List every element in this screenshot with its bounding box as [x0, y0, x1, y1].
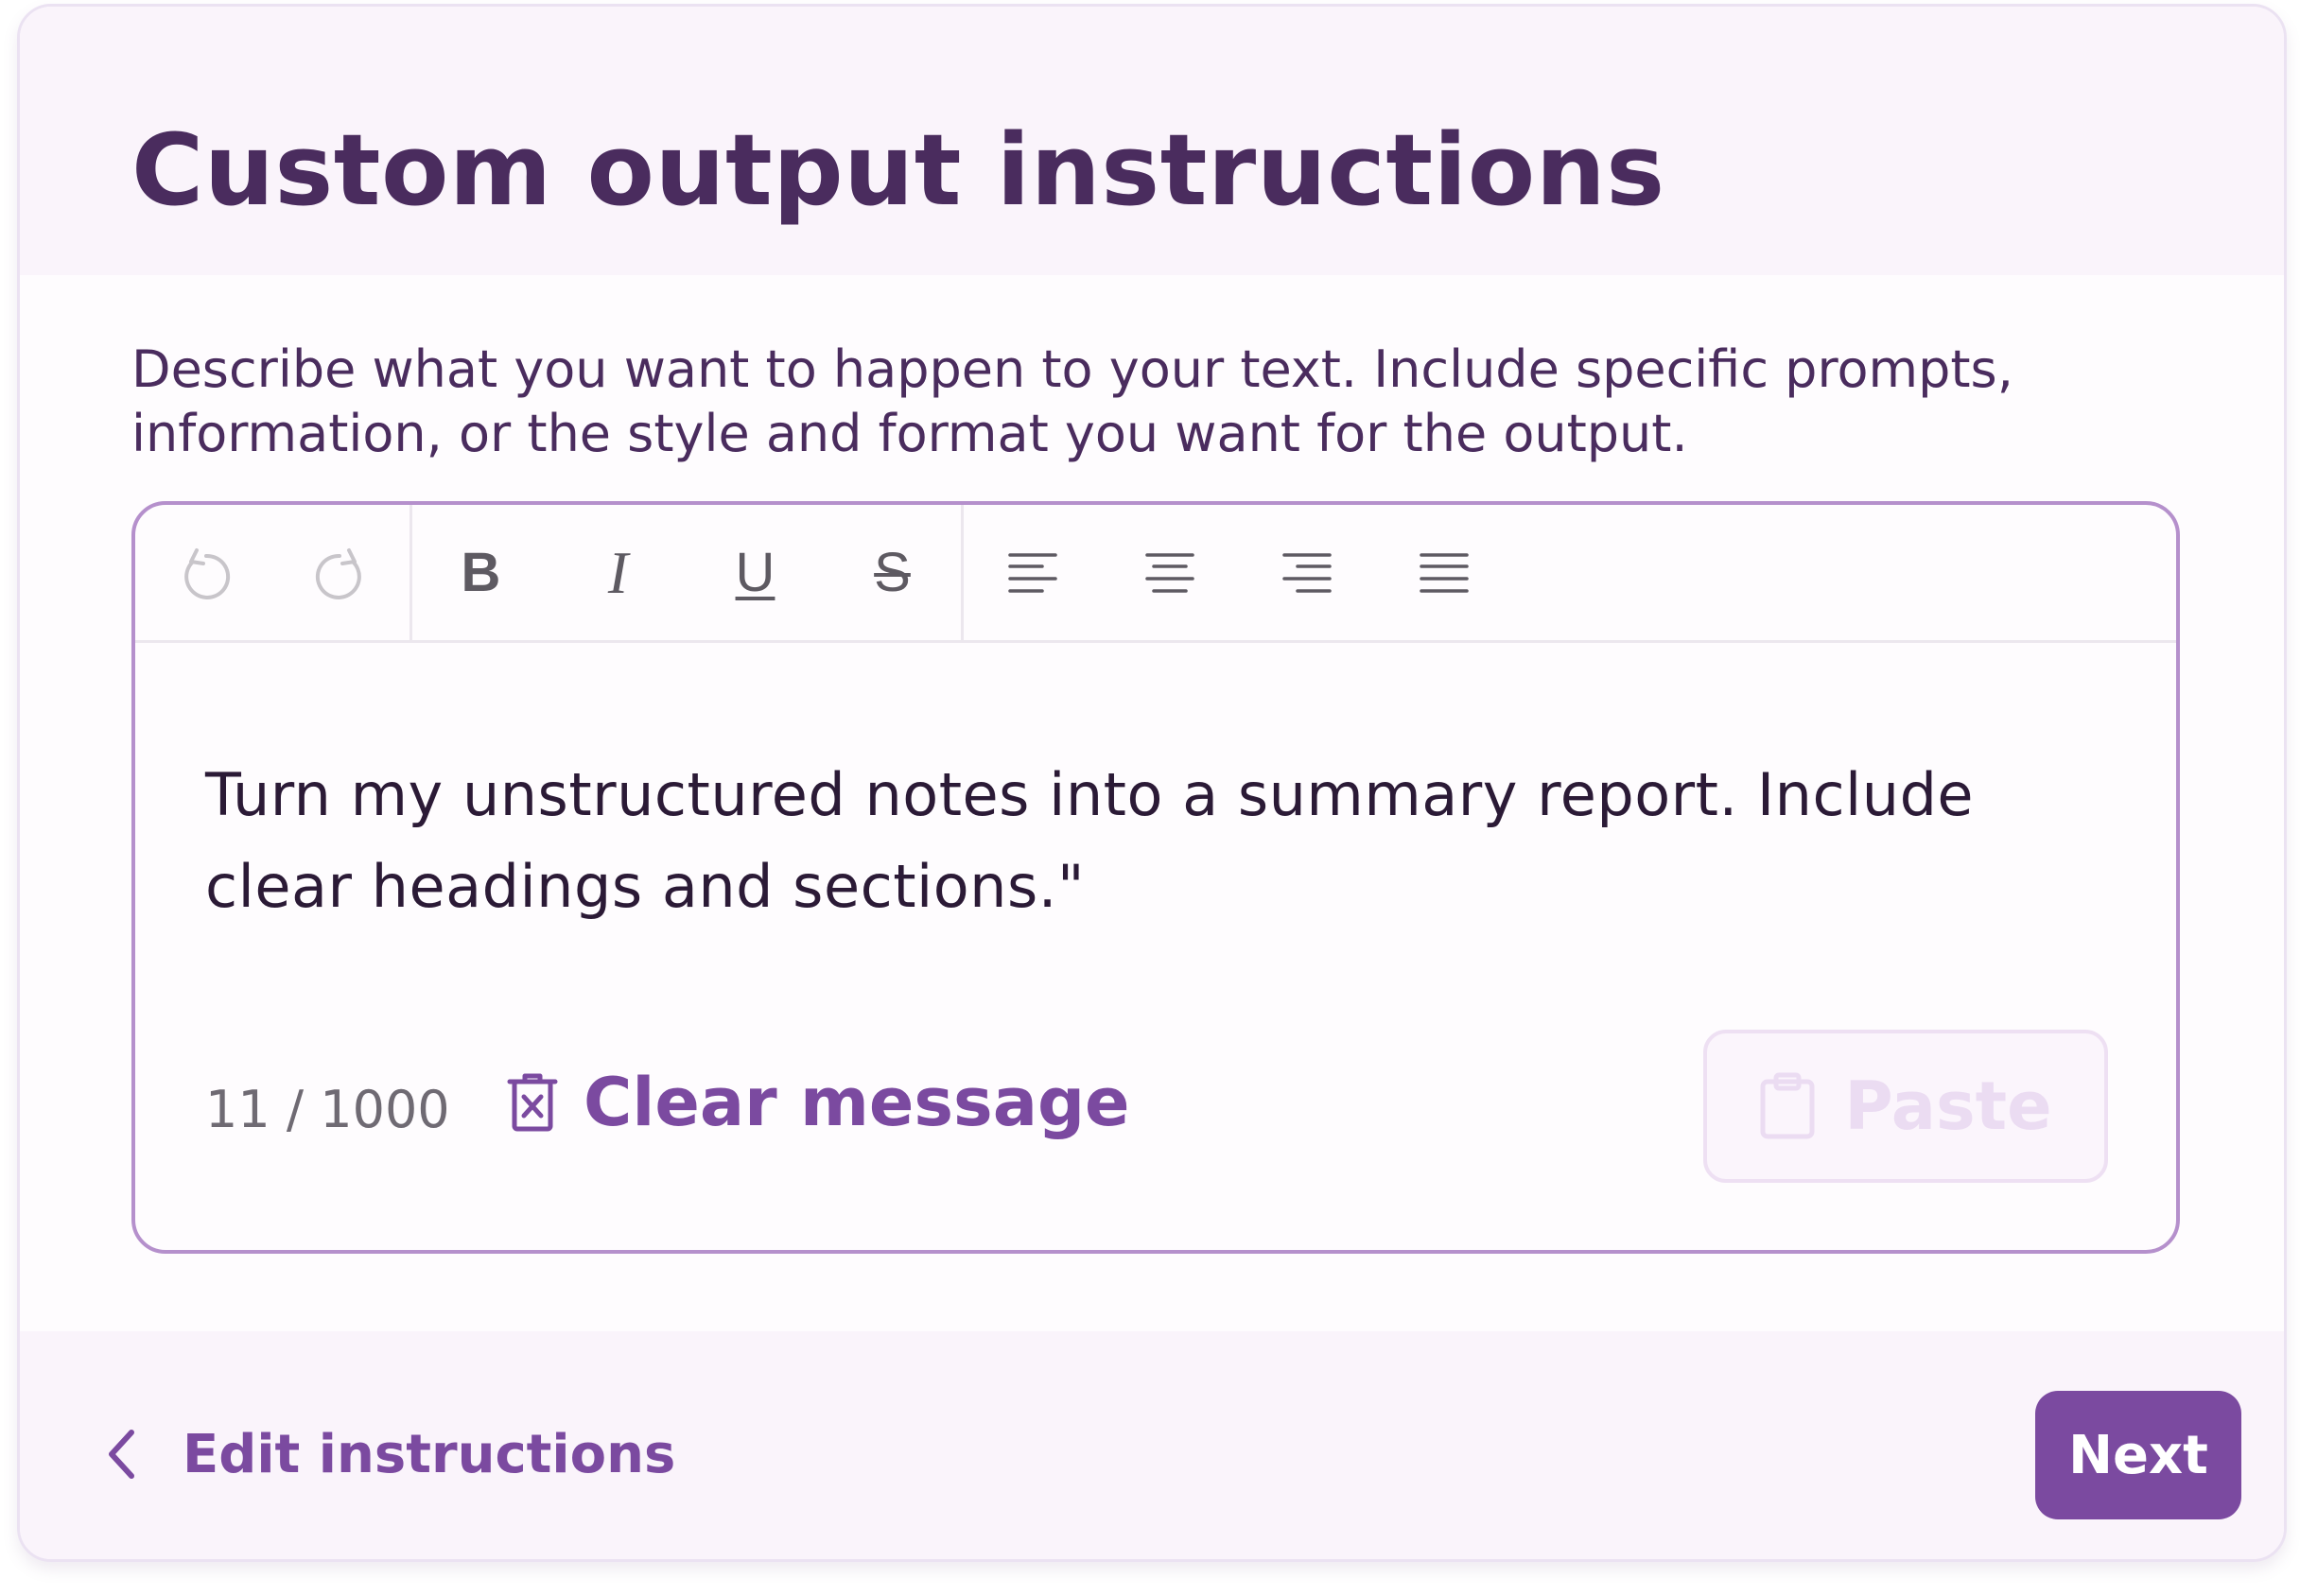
align-group	[964, 505, 1512, 640]
align-left-button[interactable]	[964, 505, 1101, 640]
bold-button[interactable]: B	[412, 505, 549, 640]
italic-button[interactable]: I	[549, 505, 687, 640]
align-left-icon	[1007, 552, 1057, 593]
next-label: Next	[2068, 1424, 2208, 1486]
underline-button[interactable]: U	[687, 505, 824, 640]
edit-instructions-button[interactable]: Edit instructions	[107, 1416, 675, 1492]
message-text-area[interactable]: Turn my unstructured notes into a summar…	[205, 749, 2116, 932]
redo-icon	[315, 547, 361, 599]
redo-button[interactable]	[272, 505, 409, 640]
format-group: B I U S	[412, 505, 964, 640]
clipboard-icon	[1759, 1072, 1816, 1140]
card-footer: Edit instructions Next	[20, 1331, 2284, 1559]
character-counter: 11 / 1000	[205, 1080, 450, 1139]
chevron-left-icon	[107, 1429, 135, 1480]
strikethrough-button[interactable]: S	[824, 505, 961, 640]
history-group	[135, 505, 412, 640]
editor-toolbar: B I U S	[135, 505, 2176, 643]
bold-icon: B	[461, 542, 501, 603]
undo-icon	[183, 547, 230, 599]
clear-message-button[interactable]: Clear message	[506, 1055, 1130, 1150]
italic-icon: I	[607, 538, 629, 606]
edit-instructions-label: Edit instructions	[183, 1423, 676, 1485]
instructions-description: Describe what you want to happen to your…	[131, 339, 2013, 463]
clear-message-label: Clear message	[584, 1064, 1130, 1141]
undo-button[interactable]	[135, 505, 272, 640]
align-right-icon	[1281, 552, 1332, 593]
underline-icon: U	[735, 542, 775, 603]
align-center-icon	[1144, 552, 1194, 593]
custom-instructions-card: Custom output instructions Describe what…	[17, 4, 2287, 1562]
align-justify-icon	[1419, 552, 1469, 593]
paste-button[interactable]: Paste	[1703, 1030, 2108, 1183]
trash-icon	[506, 1072, 559, 1133]
align-justify-button[interactable]	[1375, 505, 1512, 640]
card-header: Custom output instructions	[20, 7, 2284, 275]
align-center-button[interactable]	[1101, 505, 1238, 640]
paste-label: Paste	[1844, 1067, 2052, 1145]
next-button[interactable]: Next	[2035, 1391, 2241, 1519]
rich-text-editor: B I U S Turn my unstructured notes into …	[131, 501, 2180, 1254]
strikethrough-icon: S	[874, 542, 911, 603]
page-title: Custom output instructions	[131, 113, 1665, 228]
align-right-button[interactable]	[1238, 505, 1375, 640]
